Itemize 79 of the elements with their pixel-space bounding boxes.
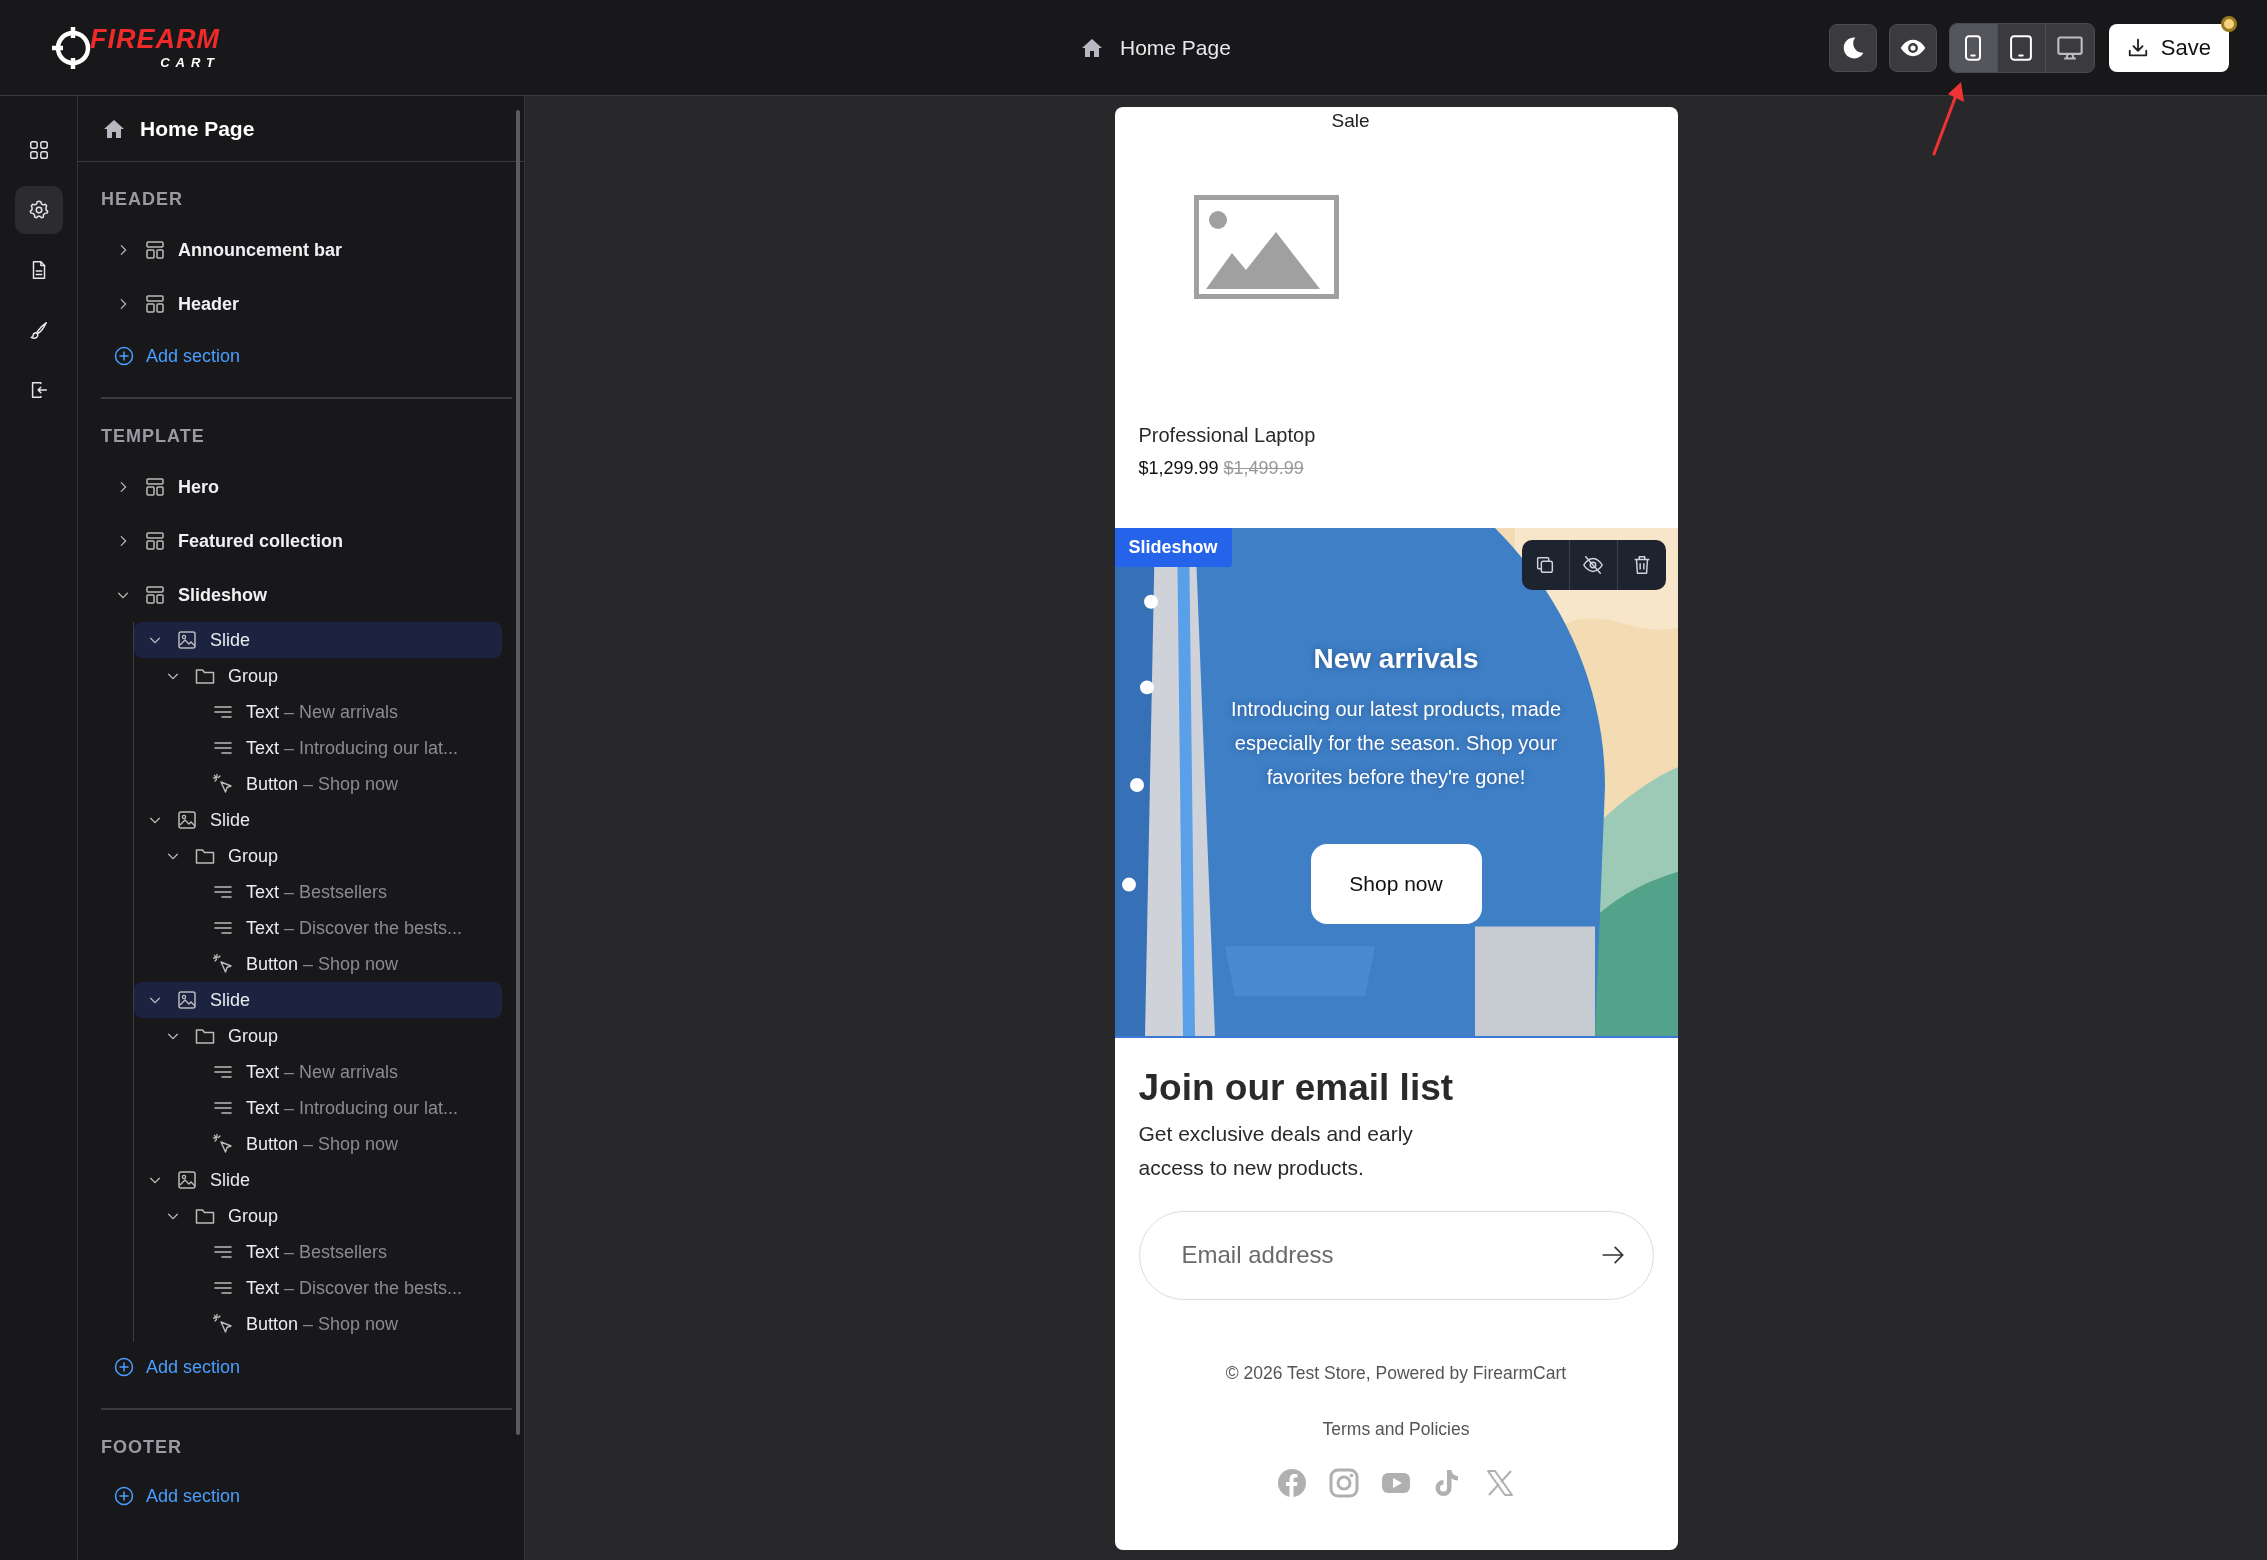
product-name: Professional Laptop — [1138, 423, 1316, 448]
newsletter-heading: Join our email list — [1138, 1068, 1455, 1109]
tree-item[interactable]: Text – New arrivals — [134, 694, 502, 730]
slide-text: Introducing our latest products, made especially for the season. Shop your favorites before they're gone! — [1229, 697, 1563, 790]
monitor-icon — [2055, 33, 2084, 62]
image-icon — [176, 809, 198, 831]
section-heading: HEADER — [100, 188, 184, 211]
cursor-click-icon — [212, 1133, 234, 1155]
email-field[interactable]: Email address — [1138, 1210, 1654, 1300]
grid-icon — [27, 139, 50, 161]
tree-item[interactable]: Group — [134, 1018, 502, 1054]
tree-item[interactable]: Text – Bestsellers — [134, 1234, 502, 1270]
instagram-icon — [1329, 1468, 1359, 1499]
plus-circle-icon — [114, 1357, 134, 1377]
newsletter-text: Get exclusive deals and early access to new products. — [1138, 1120, 1414, 1181]
tree-item[interactable]: Announcement bar — [78, 223, 524, 277]
layout-icon — [144, 239, 166, 261]
save-button[interactable]: Save — [2108, 23, 2229, 72]
tree-item[interactable]: Slide — [134, 622, 502, 658]
layout-icon — [144, 530, 166, 552]
tree-item[interactable]: Text – Discover the bests... — [134, 1270, 502, 1306]
plus-circle-icon — [114, 1486, 134, 1506]
scrollbar[interactable] — [516, 110, 520, 1435]
sale-label: Sale — [1331, 109, 1370, 133]
tree-item[interactable]: Text – Introducing our lat... — [134, 1090, 502, 1126]
tree-item[interactable]: Text – Bestsellers — [134, 874, 502, 910]
tree-item[interactable]: Button – Shop now — [134, 766, 502, 802]
add-section-link[interactable]: Add section — [78, 1342, 247, 1392]
tree-item[interactable]: Slide — [134, 1162, 502, 1198]
cursor-click-icon — [212, 1313, 234, 1335]
image-placeholder-icon — [1193, 195, 1339, 299]
copyright-text: © 2026 Test Store, Powered by FirearmCart — [1224, 1361, 1568, 1385]
download-icon — [2126, 36, 2149, 59]
eye-off-icon — [1582, 554, 1604, 576]
panel-title: Home Page — [140, 115, 255, 142]
image-icon — [176, 1169, 198, 1191]
add-section-link[interactable]: Add section — [78, 331, 247, 381]
tree-item[interactable]: Header — [78, 277, 524, 331]
tree-item[interactable]: Group — [134, 658, 502, 694]
layout-icon — [144, 476, 166, 498]
section-heading: FOOTER — [100, 1436, 183, 1459]
tree-item[interactable]: Text – Introducing our lat... — [134, 730, 502, 766]
tree-item[interactable]: Text – New arrivals — [134, 1054, 502, 1090]
tree-item[interactable]: Slideshow — [78, 568, 524, 622]
dark-mode-button[interactable] — [1828, 23, 1877, 72]
image-icon — [176, 629, 198, 651]
plus-circle-icon — [114, 346, 134, 366]
logo-text: FIREARM — [90, 26, 220, 53]
add-section-link[interactable]: Add section — [78, 1471, 247, 1521]
tree-item[interactable]: Button – Shop now — [134, 1306, 502, 1342]
layout-icon — [144, 584, 166, 606]
logo-subtext: CART — [160, 56, 220, 69]
tree-item[interactable]: Group — [134, 1198, 502, 1234]
tree-item[interactable]: Hero — [78, 460, 524, 514]
page-title: Home Page — [1119, 34, 1231, 61]
cursor-click-icon — [212, 953, 234, 975]
tree-item[interactable]: Featured collection — [78, 514, 524, 568]
section-heading: TEMPLATE — [100, 425, 206, 448]
rail-button[interactable] — [14, 186, 63, 234]
x-logo-icon — [1485, 1468, 1515, 1499]
preview-button[interactable] — [1888, 23, 1937, 72]
facebook-icon — [1277, 1468, 1307, 1499]
tree-item[interactable]: Text – Discover the bests... — [134, 910, 502, 946]
mobile-view-button[interactable] — [1949, 23, 1998, 72]
section-tag: Slideshow — [1114, 528, 1232, 567]
settings-icon — [27, 199, 50, 221]
layout-icon — [144, 293, 166, 315]
tree-item[interactable]: Slide — [134, 982, 502, 1018]
tree-item[interactable]: Group — [134, 838, 502, 874]
image-icon — [176, 989, 198, 1011]
terms-link[interactable]: Terms and Policies — [1322, 1415, 1470, 1443]
cursor-click-icon — [212, 773, 234, 795]
copy-icon — [1534, 554, 1556, 576]
product-price: $1,299.99 $1,499.99 — [1138, 457, 1304, 480]
tree-item[interactable]: Slide — [134, 802, 502, 838]
shop-now-button[interactable]: Shop now — [1310, 844, 1482, 924]
tree-item[interactable]: Button – Shop now — [134, 946, 502, 982]
slide-heading: New arrivals — [1313, 642, 1479, 676]
tree-item[interactable]: Button – Shop now — [134, 1126, 502, 1162]
